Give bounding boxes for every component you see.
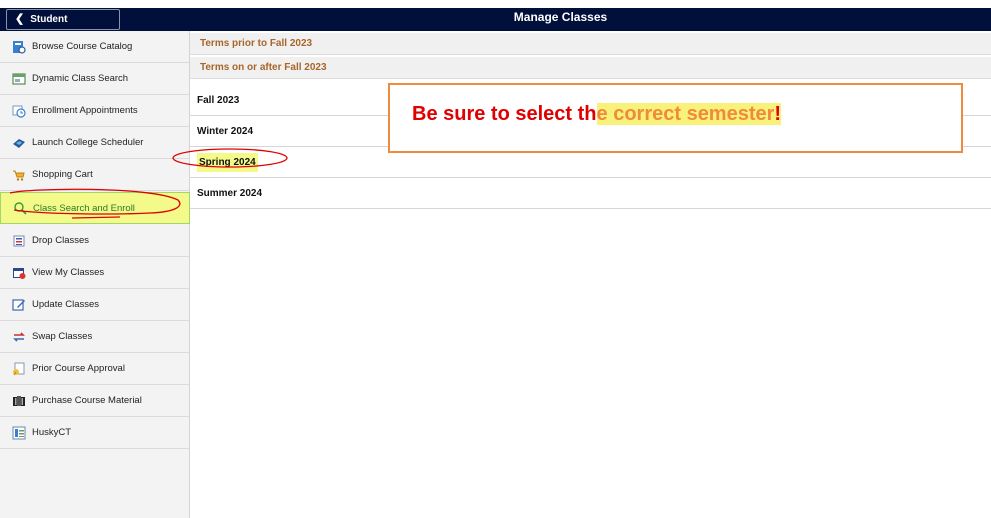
sidebar-item-label: View My Classes xyxy=(32,267,105,278)
sidebar-item-label: Launch College Scheduler xyxy=(32,137,144,148)
callout-message: Be sure to select the correct semester! xyxy=(412,103,782,126)
sidebar-item-label: Dynamic Class Search xyxy=(32,73,129,84)
top-bar: Manage Classes ❮Student Homepage xyxy=(0,8,991,44)
sidebar-item-label: Swap Classes xyxy=(32,331,93,342)
callout-text-part1: Be sure to select th xyxy=(412,103,597,125)
sidebar-item-label: Update Classes xyxy=(32,299,100,310)
sidebar: Browse Course Catalog Dynamic Class Sear… xyxy=(0,31,190,518)
term-label: Spring 2024 xyxy=(197,153,258,172)
sidebar-item-view-my-classes[interactable]: View My Classes xyxy=(0,257,190,289)
sidebar-item-purchase-course-material[interactable]: Purchase Course Material xyxy=(0,385,190,417)
sidebar-item-label: Browse Course Catalog xyxy=(32,41,133,52)
edit-icon xyxy=(12,298,26,312)
calendar-icon xyxy=(12,266,26,280)
sidebar-item-prior-course-approval[interactable]: Prior Course Approval xyxy=(0,353,190,385)
clock-icon xyxy=(12,104,26,118)
sidebar-item-label: HuskyCT xyxy=(32,427,72,438)
approval-icon xyxy=(12,362,26,376)
term-row-summer-2024[interactable]: Summer 2024 xyxy=(190,179,991,209)
sidebar-item-label: Shopping Cart xyxy=(32,169,93,180)
sidebar-item-drop-classes[interactable]: Drop Classes xyxy=(0,225,190,257)
sidebar-item-huskyct[interactable]: HuskyCT xyxy=(0,417,190,449)
cart-icon xyxy=(12,168,26,182)
chevron-left-icon: ❮ xyxy=(15,13,25,25)
catalog-icon xyxy=(12,40,26,54)
sidebar-item-launch-college-scheduler[interactable]: Launch College Scheduler xyxy=(0,127,190,159)
terms-prior-header[interactable]: Terms prior to Fall 2023 xyxy=(190,33,991,55)
sidebar-item-enrollment-appointments[interactable]: Enrollment Appointments xyxy=(0,95,190,127)
sidebar-item-label: Prior Course Approval xyxy=(32,363,125,374)
sidebar-item-swap-classes[interactable]: Swap Classes xyxy=(0,321,190,353)
annotation-callout: Be sure to select the correct semester! xyxy=(388,83,963,153)
search-window-icon xyxy=(12,72,26,86)
sidebar-item-label: Purchase Course Material xyxy=(32,395,142,406)
sidebar-item-label: Drop Classes xyxy=(32,235,90,246)
swap-icon xyxy=(12,330,26,344)
callout-text-highlighted: e correct semester xyxy=(596,103,775,125)
sidebar-item-label: Class Search and Enroll xyxy=(33,202,135,214)
sidebar-item-shopping-cart[interactable]: Shopping Cart xyxy=(0,159,190,191)
sidebar-item-label: Enrollment Appointments xyxy=(32,105,138,116)
sidebar-item-update-classes[interactable]: Update Classes xyxy=(0,289,190,321)
sidebar-item-dynamic-class-search[interactable]: Dynamic Class Search xyxy=(0,63,190,95)
huskyct-icon xyxy=(12,426,26,440)
student-homepage-back-button[interactable]: ❮Student Homepage xyxy=(6,9,120,44)
terms-after-header[interactable]: Terms on or after Fall 2023 xyxy=(190,57,991,79)
drop-icon xyxy=(12,234,26,248)
books-icon xyxy=(12,394,26,408)
sidebar-item-class-search-and-enroll[interactable]: Class Search and Enroll xyxy=(0,192,190,224)
term-label: Summer 2024 xyxy=(197,188,263,199)
magnifier-icon xyxy=(13,201,27,215)
sidebar-item-browse-course-catalog[interactable]: Browse Course Catalog xyxy=(0,31,190,63)
callout-text-exclamation: ! xyxy=(774,103,782,125)
scheduler-icon xyxy=(12,136,26,150)
term-label: Fall 2023 xyxy=(197,95,240,106)
term-label: Winter 2024 xyxy=(197,126,254,137)
page-title: Manage Classes xyxy=(513,10,608,24)
